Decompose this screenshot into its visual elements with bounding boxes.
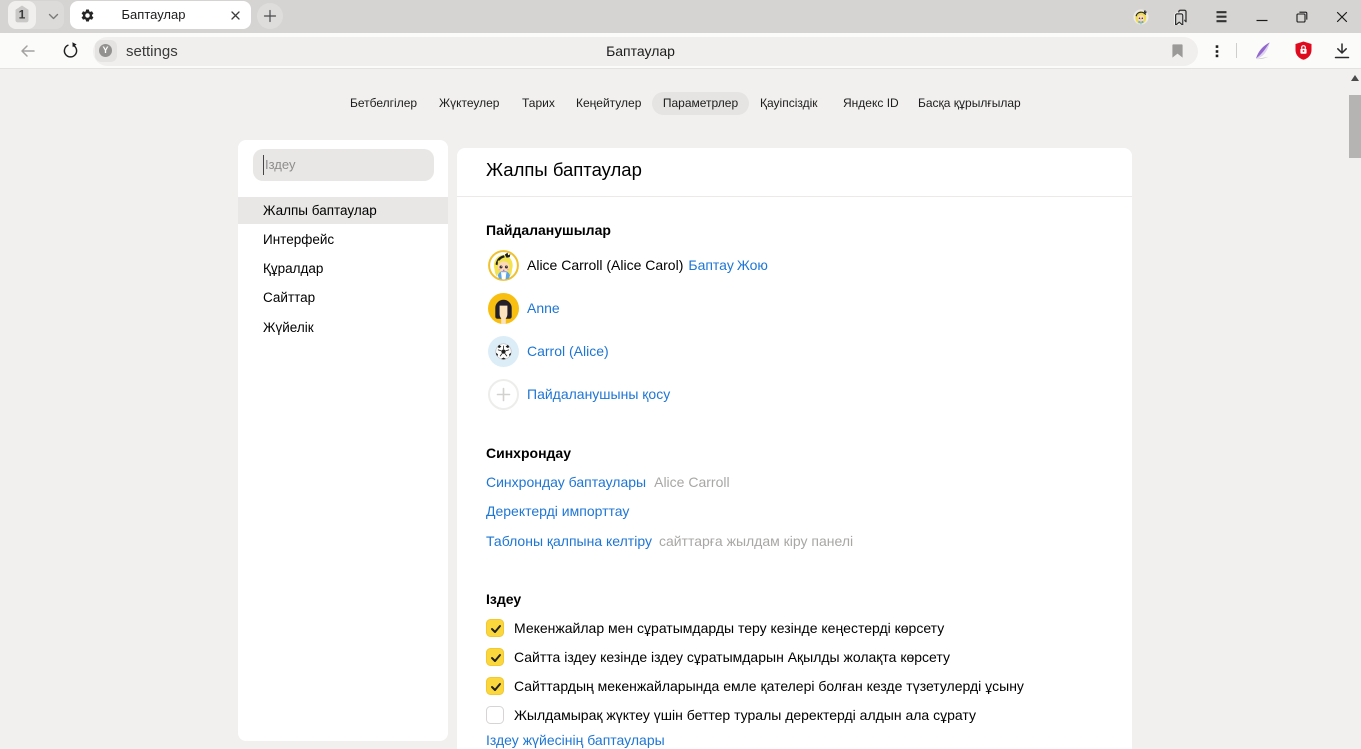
- svg-text:1: 1: [19, 8, 26, 22]
